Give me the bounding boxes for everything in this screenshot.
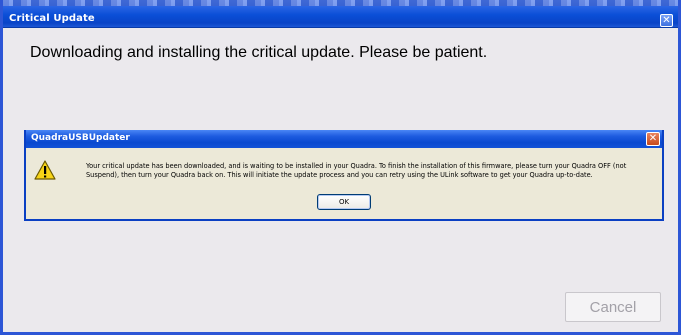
dialog-close-button[interactable]: ✕	[646, 132, 660, 146]
dialog-titlebar[interactable]: QuadraUSBUpdater ✕	[26, 130, 662, 148]
dialog-message: Your critical update has been downloaded…	[86, 162, 658, 180]
dialog-message-line-2: Suspend), then turn your Quadra back on.…	[86, 171, 593, 179]
dialog-title: QuadraUSBUpdater	[31, 133, 130, 143]
window-close-button[interactable]: ✕	[660, 14, 673, 27]
warning-icon	[34, 160, 56, 180]
quadra-usb-updater-dialog: QuadraUSBUpdater ✕ Your critical update …	[24, 130, 664, 221]
ok-button[interactable]: OK	[317, 194, 371, 210]
window-title: Critical Update	[9, 13, 95, 24]
cancel-button[interactable]: Cancel	[565, 292, 661, 322]
dialog-message-line-1: Your critical update has been downloaded…	[86, 162, 627, 170]
status-message: Downloading and installing the critical …	[30, 44, 488, 61]
titlebar-background-strip	[3, 0, 678, 6]
window-titlebar[interactable]: Critical Update ✕	[3, 0, 678, 28]
